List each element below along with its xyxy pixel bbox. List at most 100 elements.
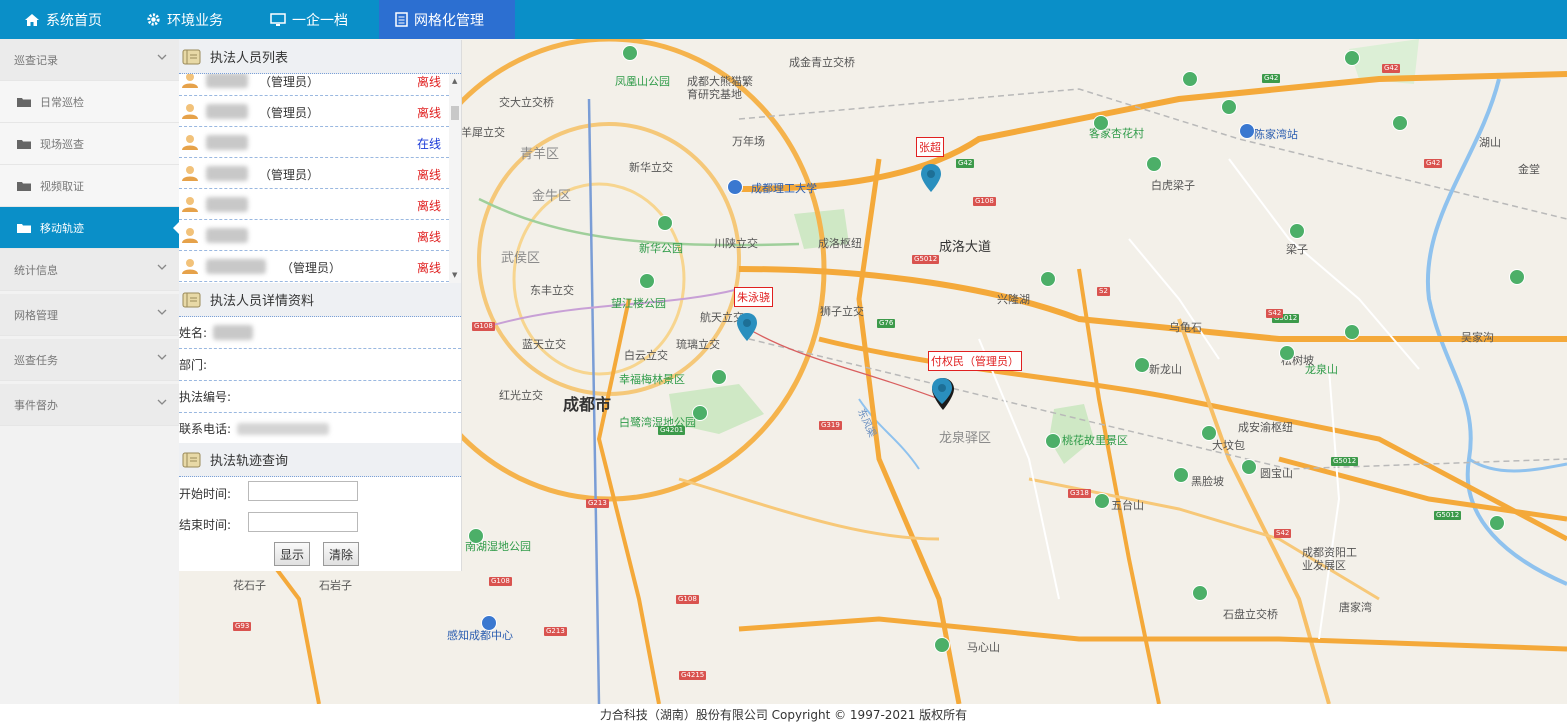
park-poi-icon [1241,459,1257,475]
redacted-name [206,197,248,212]
start-time-label: 开始时间: [179,486,232,501]
map-label-baihu: 白虎梁子 [1151,179,1195,192]
officer-row[interactable]: 离线 [179,220,449,251]
location-pin-icon[interactable] [736,312,758,342]
sidebar-item-movement-track[interactable]: 移动轨迹 [0,207,180,249]
road-shield: G5012 [1434,511,1462,520]
officer-role: （管理员） [259,75,320,89]
park-poi-icon [1392,115,1408,131]
track-query-header: 执法轨迹查询 [179,443,461,477]
sidebar-group-statistics[interactable]: 统计信息 [0,249,179,291]
map-label-xinglong: 兴隆湖 [997,293,1030,306]
sidebar-group-patrol-tasks[interactable]: 巡查任务 [0,339,179,381]
nav-home[interactable]: 系统首页 [24,0,108,39]
map-label-xingfu: 幸福梅林景区 [619,373,685,386]
location-pin-icon[interactable] [920,163,942,193]
location-pin-icon[interactable] [931,377,955,411]
pin-label-officer[interactable]: 付权民（管理员） [928,351,1022,371]
end-time-input[interactable] [248,512,358,532]
redacted-name [206,135,248,150]
home-icon [25,13,39,26]
park-poi-icon [692,405,708,421]
redacted-phone [237,422,330,435]
nav-environment[interactable]: 环境业务 [146,0,230,39]
park-poi-icon [1045,433,1061,449]
scroll-down-arrow-icon[interactable]: ▼ [452,271,457,279]
detail-badge-row: 执法编号: [179,381,461,413]
officer-role: （管理员） [259,168,320,182]
road-shield: G42 [1262,74,1281,83]
park-poi-icon [1146,156,1162,172]
road-shield: G42 [1424,159,1443,168]
park-poi-icon [1279,345,1295,361]
officer-row[interactable]: 在线 [179,127,449,158]
poi-icon [1239,123,1255,139]
sidebar-item-site-inspection[interactable]: 现场巡查 [0,123,179,165]
sidebar-group-patrol-records[interactable]: 巡查记录 [0,39,179,81]
start-time-input[interactable] [248,481,358,501]
map-label-wugui: 乌龟石 [1169,321,1202,334]
officer-row[interactable]: （管理员） 离线 [179,74,449,96]
officer-row[interactable]: 离线 [179,189,449,220]
detail-dept-row: 部门: [179,349,461,381]
park-poi-icon [1201,425,1217,441]
sidebar-item-daily-inspection[interactable]: 日常巡检 [0,81,179,123]
park-poi-icon [1134,357,1150,373]
map-label-liangzi: 梁子 [1286,243,1308,256]
nav-enterprise-file[interactable]: 一企一档 [270,0,354,39]
pin-label-officer[interactable]: 朱泳骁 [734,287,773,307]
clear-button[interactable]: 清除 [323,542,360,566]
folder-icon [17,139,31,149]
end-time-row: 结束时间: [179,509,461,539]
end-time-label: 结束时间: [179,517,232,532]
road-shield: G319 [819,421,842,430]
park-poi-icon [1344,50,1360,66]
officer-row[interactable]: （管理员） 离线 [179,251,449,282]
officer-row[interactable]: （管理员） 离线 [179,158,449,189]
sidebar-group-label: 巡查任务 [14,353,58,367]
map-label-huashi: 花石子 [233,579,266,592]
redacted-name [206,228,248,243]
map-label-dongfeng-interchange: 东丰立交 [530,284,574,297]
map-label-chengjin: 成金青立交桥 [789,56,855,69]
map-label-tangjiawan: 唐家湾 [1339,601,1372,614]
officer-row[interactable]: （管理员） 离线 [179,96,449,127]
nav-grid-management[interactable]: 网格化管理 [379,0,515,39]
park-poi-icon [1221,99,1237,115]
map-label-ganzhi: 感知成都中心 [447,629,513,642]
sidebar-group-grid-management[interactable]: 网格管理 [0,294,179,336]
officer-status: 在线 [416,137,441,151]
track-query-title: 执法轨迹查询 [210,454,289,469]
park-poi-icon [1344,324,1360,340]
user-avatar-icon [182,135,198,150]
sidebar-group-label: 事件督办 [14,398,58,412]
map-label-taohua: 桃花故里景区 [1062,434,1128,447]
sidebar-item-label: 视频取证 [40,179,84,193]
road-shield: G213 [544,627,567,636]
officer-list-header: 执法人员列表 [179,40,461,74]
scroll-up-arrow-icon[interactable]: ▲ [452,77,457,85]
map-label-shuangqiao: 琉璃立交 [676,338,720,351]
park-poi-icon [1509,269,1525,285]
folder-icon [17,223,31,233]
nav-enterprise-file-label: 一企一档 [292,12,348,29]
map-label-baiyun: 白云立交 [624,349,668,362]
chevron-down-icon [157,399,167,405]
start-time-row: 开始时间: [179,478,461,508]
pin-label-officer[interactable]: 张超 [916,137,944,157]
sidebar-group-event-supervision[interactable]: 事件督办 [0,384,179,426]
map-label-cdut: 成都理工大学 [751,182,817,195]
map-label-chengluo: 成洛大道 [939,240,992,255]
park-poi-icon [639,273,655,289]
sidebar-item-video-evidence[interactable]: 视频取证 [0,165,179,207]
map-label-chengan: 成安渝枢纽 [1238,421,1293,434]
show-button[interactable]: 显示 [274,542,311,566]
detail-phone-row: 联系电话: [179,413,461,445]
road-shield: G108 [676,595,699,604]
road-shield: G318 [1068,489,1091,498]
officer-list-scrollbar[interactable]: ▲ ▼ [449,74,461,283]
book-icon [182,292,201,307]
scrollbar-thumb[interactable] [451,106,459,120]
map-label-jintang: 金堂 [1518,163,1540,176]
park-poi-icon [934,637,950,653]
